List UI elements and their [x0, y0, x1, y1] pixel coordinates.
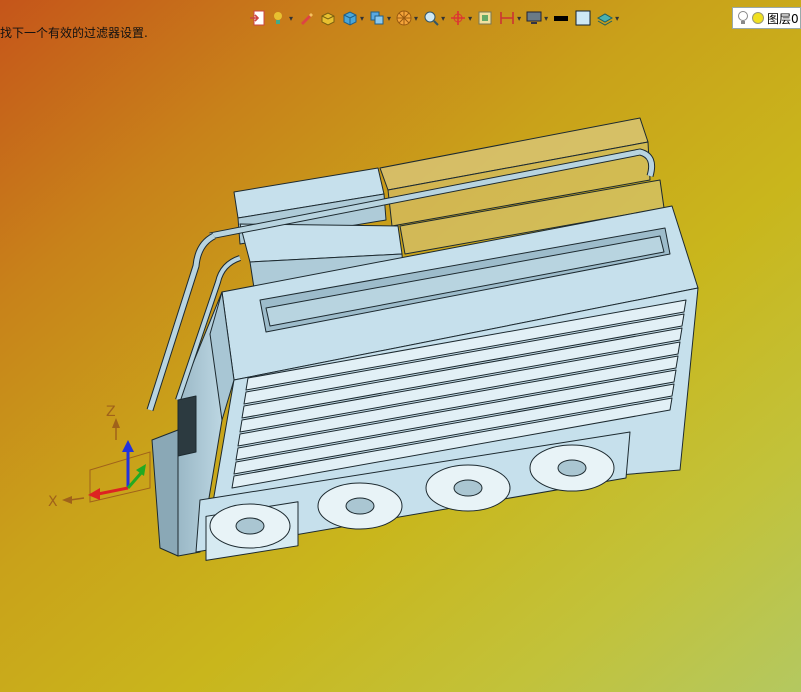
fan	[529, 444, 615, 492]
wcs-triad	[62, 418, 151, 504]
cad-model[interactable]	[0, 0, 801, 692]
z-axis-label: Z	[106, 404, 116, 420]
fan	[317, 482, 403, 530]
fan	[425, 464, 511, 512]
x-axis-label: X	[48, 494, 58, 510]
graphics-viewport[interactable]: 找下一个有效的过滤器设置. ▾ ▾ ▾ ▾ ▾ ▾ ▾ ▾ ▾ 图层0 Z X	[0, 0, 801, 692]
